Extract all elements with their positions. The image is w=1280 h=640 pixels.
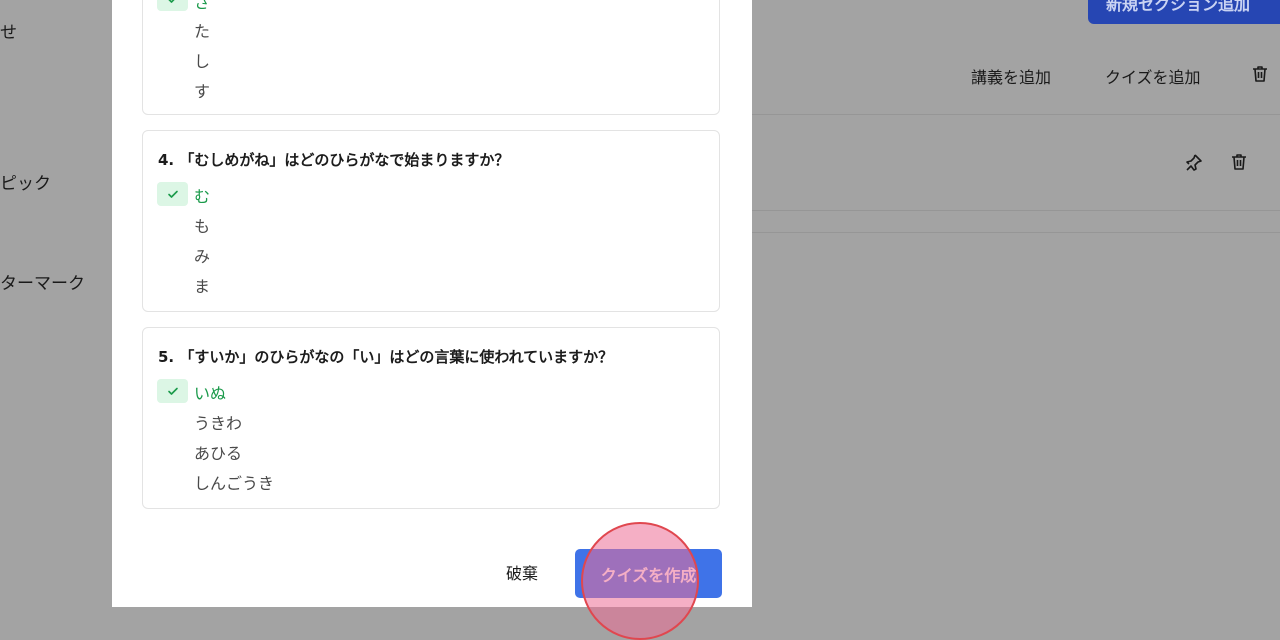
question-card: 5. 「すいか」のひらがなの「い」はどの言葉に使われていますか？ いぬ うきわ … <box>142 327 720 509</box>
divider <box>752 210 1280 211</box>
question-title: 5. 「すいか」のひらがなの「い」はどの言葉に使われていますか？ <box>158 348 614 366</box>
sidebar-item[interactable]: ピック <box>0 169 51 194</box>
answer-option: いぬ <box>194 384 227 403</box>
check-icon <box>167 190 178 198</box>
add-section-button[interactable]: 新規セクション追加 <box>1088 0 1280 24</box>
pin-icon[interactable] <box>1184 152 1204 172</box>
answer-option: み <box>194 247 211 266</box>
correct-answer-badge <box>157 0 188 11</box>
answer-option: うきわ <box>194 414 243 433</box>
discard-button[interactable]: 破棄 <box>496 560 548 588</box>
answer-option: しんごうき <box>194 474 275 493</box>
answer-option: ま <box>194 277 211 296</box>
question-card: 4. 「むしめがね」はどのひらがなで始まりますか？ む も み ま <box>142 130 720 312</box>
check-icon <box>167 387 178 395</box>
question-card: さ た し す <box>142 0 720 115</box>
correct-answer-badge <box>157 182 188 206</box>
divider <box>752 114 1280 115</box>
divider <box>752 232 1280 233</box>
question-title: 4. 「むしめがね」はどのひらがなで始まりますか？ <box>158 151 510 169</box>
answer-option: あひる <box>194 444 243 463</box>
sidebar-item[interactable]: せ <box>0 18 17 43</box>
sidebar-item[interactable]: ターマーク <box>0 269 85 294</box>
answer-option: し <box>194 52 211 71</box>
add-lecture-button[interactable]: 講義を追加 <box>971 64 1051 88</box>
trash-icon[interactable] <box>1250 64 1270 84</box>
answer-option: さ <box>194 0 211 12</box>
check-icon <box>167 0 175 3</box>
create-quiz-button[interactable]: クイズを作成 <box>575 549 722 598</box>
answer-option: た <box>194 22 211 41</box>
create-quiz-modal: さ た し す 4. 「むしめがね」はどのひらがなで始まりますか？ む も み … <box>112 0 752 607</box>
answer-option: す <box>194 82 211 101</box>
answer-option: む <box>194 187 211 206</box>
answer-option: も <box>194 217 211 236</box>
add-quiz-button[interactable]: クイズを追加 <box>1105 64 1201 88</box>
trash-icon[interactable] <box>1229 152 1249 172</box>
correct-answer-badge <box>157 379 188 403</box>
